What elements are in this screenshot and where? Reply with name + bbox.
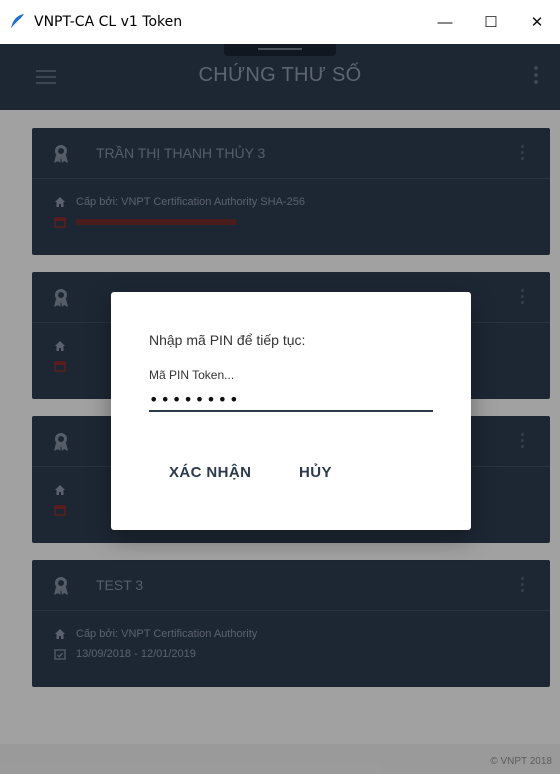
maximize-button[interactable]: ☐ xyxy=(468,0,514,44)
window-titlebar: VNPT-CA CL v1 Token — ☐ ✕ xyxy=(0,0,560,44)
window-title: VNPT-CA CL v1 Token xyxy=(34,14,183,30)
close-button[interactable]: ✕ xyxy=(514,0,560,44)
pin-input[interactable] xyxy=(149,388,433,412)
confirm-button[interactable]: XÁC NHẬN xyxy=(169,464,251,481)
pin-field-label: Mã PIN Token... xyxy=(149,368,235,382)
minimize-button[interactable]: — xyxy=(422,0,468,44)
app-logo-icon xyxy=(10,14,24,30)
cancel-button[interactable]: HỦY xyxy=(299,464,332,481)
dialog-title: Nhập mã PIN để tiếp tục: xyxy=(149,332,306,348)
window-controls: — ☐ ✕ xyxy=(422,0,560,44)
pin-dialog: Nhập mã PIN để tiếp tục: Mã PIN Token...… xyxy=(111,292,471,530)
